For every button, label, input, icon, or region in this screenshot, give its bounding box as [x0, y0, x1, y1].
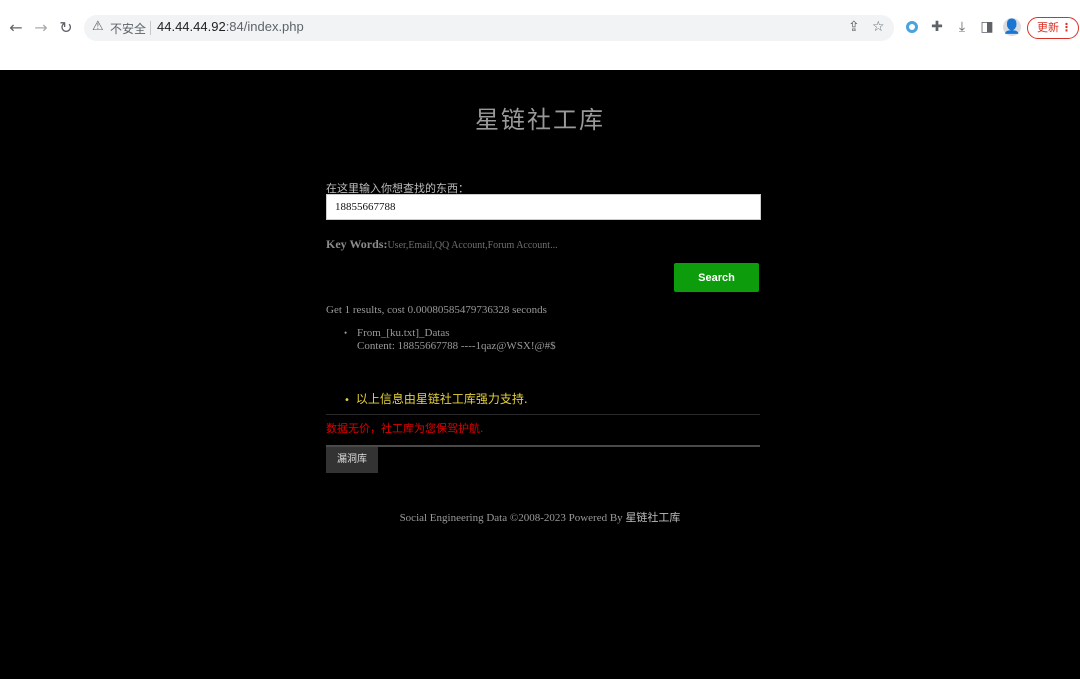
reload-icon[interactable]: ↻	[56, 18, 76, 38]
more-menu-icon[interactable]: ⋮	[1061, 18, 1072, 38]
browser-toolbar: ← → ↻ ⚠ 不安全 44.44.44.92:84/index.php ⇪ ☆…	[0, 10, 1080, 46]
update-label: 更新	[1037, 21, 1059, 34]
arrow-right-icon[interactable]: →	[31, 18, 51, 38]
arrow-left-icon[interactable]: ←	[6, 18, 26, 38]
site-title: 星链社工库	[475, 106, 605, 134]
url-text[interactable]: 44.44.44.92:84/index.php	[157, 19, 304, 34]
support-note: • 以上信息由星链社工库强力支持.	[344, 390, 528, 407]
keywords-hint: Key Words:User,Email,QQ Account,Forum Ac…	[326, 235, 558, 253]
bullet-icon: •	[344, 395, 350, 406]
support-text: 以上信息由星链社工库强力支持.	[355, 392, 528, 406]
url-host: 44.44.44.92	[157, 19, 226, 34]
result-content: Content: 18855667788 ----1qaz@WSX!@#$	[357, 340, 556, 352]
omnibox-divider	[150, 21, 151, 35]
url-path: :84/index.php	[225, 19, 304, 34]
bullet-icon: •	[344, 328, 348, 338]
page-content: 星链社工库 在这里输入你想查找的东西： Key Words:User,Email…	[0, 70, 1080, 679]
result-summary: Get 1 results, cost 0.00080585479736328 …	[326, 304, 547, 316]
tab-vulnerability-db[interactable]: 漏洞库	[326, 447, 378, 473]
notice-text: 数据无价，社工库为您保驾护航.	[326, 422, 484, 435]
address-bar[interactable]: ⚠ 不安全 44.44.44.92:84/index.php ⇪ ☆	[84, 15, 894, 41]
result-source: From_[ku.txt]_Datas	[357, 327, 450, 339]
result-list: • From_[ku.txt]_Datas Content: 188556677…	[344, 327, 556, 353]
keywords-title: Key Words:	[326, 237, 388, 251]
footer: Social Engineering Data ©2008-2023 Power…	[0, 509, 1080, 525]
star-icon[interactable]: ☆	[872, 19, 885, 35]
search-button[interactable]: Search	[674, 263, 759, 292]
puzzle-extensions-icon[interactable]: ✚	[928, 18, 946, 36]
update-button[interactable]: 更新 ⋮	[1027, 17, 1079, 39]
browser-chrome: ← → ↻ ⚠ 不安全 44.44.44.92:84/index.php ⇪ ☆…	[0, 0, 1080, 70]
search-input[interactable]	[326, 194, 761, 220]
security-label: 不安全	[110, 22, 147, 36]
warning-triangle-icon: ⚠	[92, 19, 104, 34]
share-icon[interactable]: ⇪	[848, 19, 860, 35]
footer-text: Social Engineering Data ©2008-2023 Power…	[399, 512, 626, 524]
profile-avatar-icon[interactable]: 👤	[1003, 18, 1021, 36]
divider	[326, 414, 760, 415]
footer-brand: 星链社工库	[625, 511, 681, 524]
tab-divider	[326, 445, 760, 447]
extension-circle-icon[interactable]	[903, 18, 921, 36]
download-icon[interactable]: ⤓	[953, 18, 971, 36]
list-item: • From_[ku.txt]_Datas Content: 188556677…	[344, 327, 556, 353]
keywords-list: User,Email,QQ Account,Forum Account...	[387, 240, 558, 251]
side-panel-icon[interactable]: ◨	[978, 18, 996, 36]
